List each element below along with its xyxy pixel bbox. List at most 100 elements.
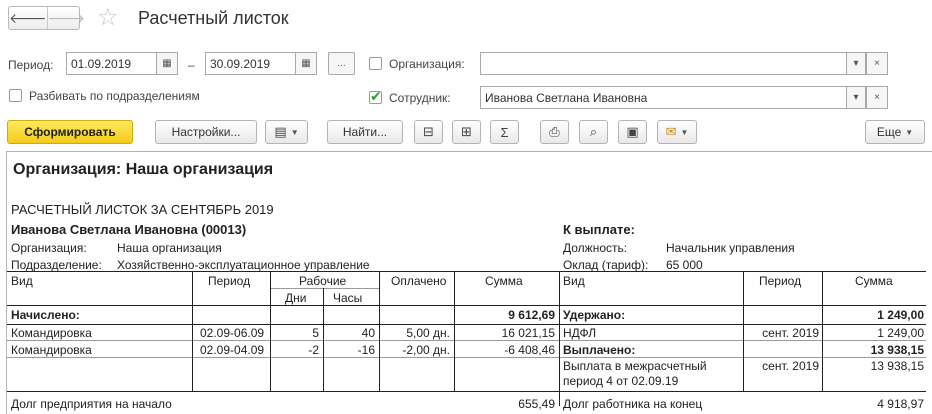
working-subheader-line xyxy=(270,288,379,289)
col-header-working: Рабочие xyxy=(299,274,347,288)
save-button[interactable]: ▣ xyxy=(618,120,647,144)
payout-kind-line1: Выплата в межрасчетный xyxy=(563,359,707,373)
col-divider xyxy=(454,271,455,391)
accrual-sum: 16 021,15 xyxy=(501,326,555,340)
organization-label: Организация: xyxy=(389,57,465,71)
col-divider xyxy=(323,288,324,391)
col-header-sum: Сумма xyxy=(485,274,523,288)
collapse-groups-button[interactable]: ⊟ xyxy=(414,120,443,144)
col-header-period-right: Период xyxy=(759,274,802,288)
payout-period: сент. 2019 xyxy=(762,359,819,373)
sum-icon: Σ xyxy=(500,124,509,140)
collapse-groups-icon: ⊟ xyxy=(423,124,434,139)
sum-button[interactable]: Σ xyxy=(490,120,519,144)
organization-checkbox[interactable] xyxy=(369,57,382,70)
salary-value: 65 000 xyxy=(666,258,703,272)
organization-input[interactable] xyxy=(480,52,850,75)
to-pay-heading: К выплате: xyxy=(563,222,635,237)
accrual-days: -2 xyxy=(308,343,319,357)
ndfl-sum: 1 249,00 xyxy=(877,326,924,340)
position-value: Начальник управления xyxy=(666,241,795,255)
department-key: Подразделение: xyxy=(11,258,102,272)
col-header-kind-right: Вид xyxy=(563,274,585,288)
settings-button[interactable]: Настройки... xyxy=(155,120,257,144)
period-select-button[interactable]: ... xyxy=(328,52,355,75)
envelope-icon: ✉ xyxy=(665,124,677,139)
organization-clear-icon[interactable]: × xyxy=(866,52,888,75)
period-dash: – xyxy=(188,58,195,72)
send-email-button[interactable]: ✉ ▼ xyxy=(657,120,697,144)
date-to-input[interactable]: 30.09.2019 xyxy=(205,52,296,75)
report-sheet[interactable]: Организация: Наша организация РАСЧЕТНЫЙ … xyxy=(6,151,932,414)
salary-key: Оклад (тариф): xyxy=(563,258,649,272)
payout-sum: 13 938,15 xyxy=(870,359,924,373)
accrual-paid: 5,00 дн. xyxy=(406,326,450,340)
col-divider xyxy=(559,271,560,406)
accrual-paid: -2,00 дн. xyxy=(402,343,450,357)
position-key: Должность: xyxy=(563,241,628,255)
accrual-days: 5 xyxy=(312,326,319,340)
favorite-star-icon[interactable]: ☆ xyxy=(97,4,119,32)
paid-out-total: 13 938,15 xyxy=(870,343,924,357)
employee-clear-icon[interactable]: × xyxy=(866,86,888,109)
col-header-kind: Вид xyxy=(11,274,33,288)
report-variant-icon: ▤ xyxy=(274,124,287,139)
col-divider xyxy=(192,271,193,391)
col-divider xyxy=(743,271,744,391)
print-preview-icon: ⌕ xyxy=(589,124,598,139)
title-bar: 🡐 🡒 ☆ Расчетный листок xyxy=(0,0,932,40)
split-by-department-label: Разбивать по подразделениям xyxy=(29,89,200,103)
date-from-input[interactable]: 01.09.2019 xyxy=(66,52,157,75)
report-organization-heading: Организация: Наша организация xyxy=(13,161,274,178)
col-divider xyxy=(822,271,823,391)
withheld-label: Удержано: xyxy=(563,308,626,322)
window-title: Расчетный листок xyxy=(138,8,289,28)
withheld-total: 1 249,00 xyxy=(877,308,924,322)
company-debt-value: 655,49 xyxy=(518,397,555,411)
more-actions-button[interactable]: Еще ▼ xyxy=(865,120,925,144)
print-button[interactable]: ⎙ xyxy=(540,120,569,144)
ndfl-kind: НДФЛ xyxy=(563,326,597,340)
expand-groups-button[interactable]: ⊞ xyxy=(452,120,481,144)
col-divider xyxy=(379,271,380,391)
calendar-from-icon[interactable]: ▦ xyxy=(156,52,178,75)
accrual-period: 02.09-06.09 xyxy=(200,326,265,340)
col-divider xyxy=(270,271,271,391)
row-divider xyxy=(7,357,926,358)
organization-dropdown-icon[interactable]: ▾ xyxy=(846,52,866,75)
ndfl-period: сент. 2019 xyxy=(762,326,819,340)
employee-checkbox[interactable] xyxy=(369,88,382,105)
print-preview-button[interactable]: ⌕ xyxy=(579,120,608,144)
save-icon: ▣ xyxy=(626,124,639,139)
employee-debt-label: Долг работника на конец xyxy=(563,397,703,411)
col-header-hours: Часы xyxy=(333,291,363,305)
accrual-kind: Командировка xyxy=(11,326,92,340)
col-header-days: Дни xyxy=(285,291,307,305)
accrued-label: Начислено: xyxy=(11,308,80,322)
employee-debt-value: 4 918,97 xyxy=(877,397,924,411)
table-bottom-border xyxy=(7,391,926,392)
employee-name: Иванова Светлана Ивановна (00013) xyxy=(11,222,247,237)
department-value: Хозяйственно-эксплуатационное управление xyxy=(117,258,370,272)
expand-groups-icon: ⊞ xyxy=(461,124,472,139)
payout-kind-line2: период 4 от 02.09.19 xyxy=(563,374,679,388)
calendar-to-icon[interactable]: ▦ xyxy=(295,52,317,75)
forward-arrow-icon[interactable]: 🡒 xyxy=(46,7,85,29)
employee-input[interactable]: Иванова Светлана Ивановна xyxy=(480,86,850,109)
employee-dropdown-icon[interactable]: ▾ xyxy=(846,86,866,109)
employee-label: Сотрудник: xyxy=(389,91,451,105)
company-debt-label: Долг предприятия на начало xyxy=(11,397,172,411)
col-header-sum-right: Сумма xyxy=(855,274,893,288)
back-arrow-icon[interactable]: 🡐 xyxy=(9,7,47,29)
accrued-total: 9 612,69 xyxy=(508,308,555,322)
variant-button[interactable]: ▤ ▼ xyxy=(265,120,308,144)
find-button[interactable]: Найти... xyxy=(327,120,403,144)
navigation-group: 🡐 🡒 xyxy=(8,6,85,30)
totals-bottom-border xyxy=(7,324,926,325)
split-by-department-checkbox[interactable] xyxy=(9,89,22,102)
organization-value: Наша организация xyxy=(117,241,222,255)
accrual-period: 02.09-04.09 xyxy=(200,343,265,357)
generate-button[interactable]: Сформировать xyxy=(7,120,133,144)
accrual-hours: 40 xyxy=(361,326,375,340)
organization-key: Организация: xyxy=(11,241,87,255)
